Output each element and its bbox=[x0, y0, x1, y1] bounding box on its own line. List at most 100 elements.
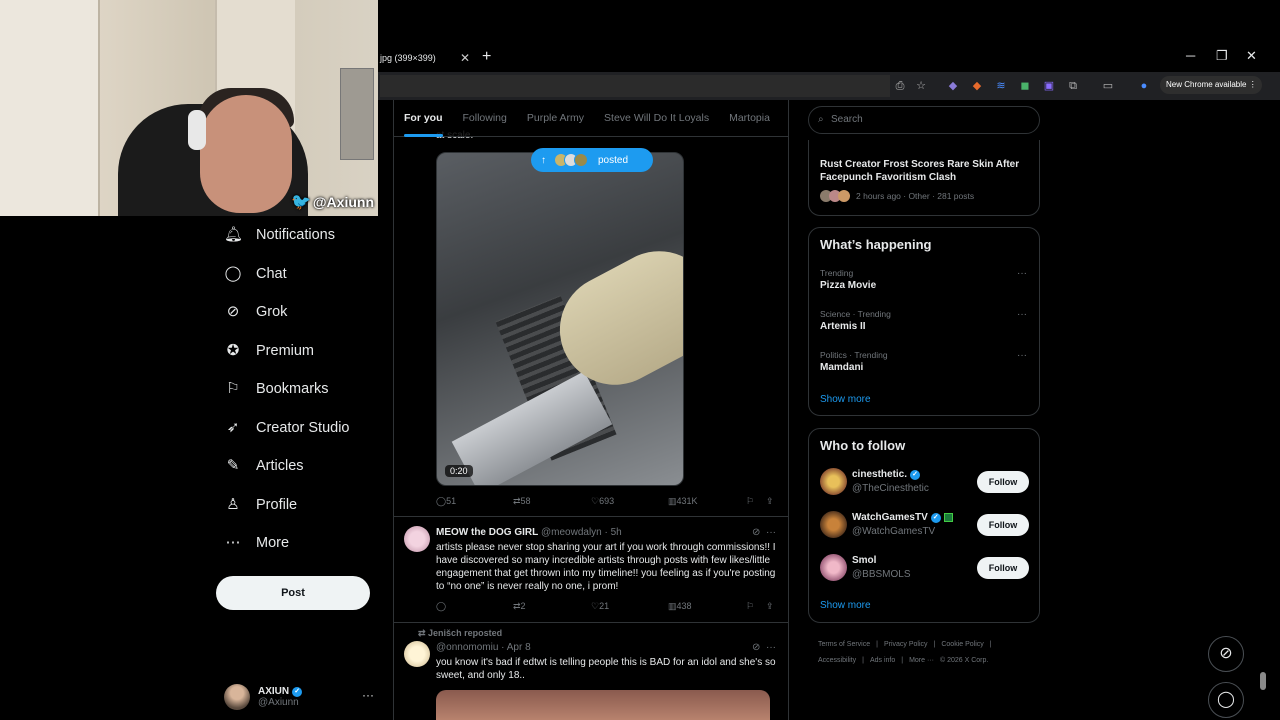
nav-more[interactable]: ⋯ More bbox=[216, 524, 392, 563]
trend-name[interactable]: Mamdani bbox=[820, 362, 863, 373]
like-button[interactable]: ♡ 21 bbox=[591, 601, 609, 612]
extension-icon[interactable]: ◆ bbox=[970, 79, 984, 93]
bookmark-star-icon[interactable]: ☆ bbox=[914, 79, 928, 93]
sidepanel-icon[interactable]: ▭ bbox=[1101, 79, 1115, 93]
profile-icon[interactable]: ● bbox=[1137, 79, 1151, 93]
grok-icon[interactable]: ⊘ bbox=[752, 527, 760, 538]
post-button[interactable]: Post bbox=[216, 576, 370, 610]
follow-button[interactable]: Follow bbox=[977, 514, 1029, 536]
tab-purple-army[interactable]: Purple Army bbox=[527, 100, 584, 137]
tweet-media[interactable] bbox=[436, 690, 770, 720]
account-name: cinesthetic. bbox=[852, 469, 908, 480]
footer-separator: | bbox=[876, 641, 878, 648]
rocket-icon: ➶ bbox=[226, 418, 240, 436]
share-icon[interactable]: ⇪ bbox=[766, 601, 774, 612]
tweet-video[interactable]: 0:20 bbox=[436, 152, 684, 486]
grok-icon[interactable]: ⊘ bbox=[752, 642, 760, 653]
account-menu-icon[interactable]: ··· bbox=[362, 688, 374, 702]
nav-profile[interactable]: ♙ Profile bbox=[216, 486, 392, 525]
account-display-name: AXIUN bbox=[258, 686, 290, 697]
new-tab-icon[interactable]: + bbox=[482, 48, 491, 66]
scrollbar[interactable] bbox=[1258, 100, 1268, 720]
close-window-icon[interactable]: ✕ bbox=[1246, 48, 1257, 64]
avatar[interactable] bbox=[404, 526, 430, 552]
nav-articles[interactable]: ✎ Articles bbox=[216, 447, 392, 486]
more-icon[interactable]: ··· bbox=[766, 642, 776, 653]
account-handle: @WatchGamesTV bbox=[852, 526, 936, 537]
like-button[interactable]: ♡ 693 bbox=[591, 496, 614, 507]
footer-link-more[interactable]: More ··· bbox=[909, 657, 934, 664]
reply-button[interactable]: ◯ 51 bbox=[436, 496, 456, 507]
bookmark-icon: ⚐ bbox=[226, 380, 240, 398]
footer-link-privacy[interactable]: Privacy Policy bbox=[884, 641, 928, 648]
footer-link-terms[interactable]: Terms of Service bbox=[818, 641, 870, 648]
nav-grok[interactable]: ⊘ Grok bbox=[216, 293, 392, 332]
account-name-row[interactable]: cinesthetic. ✓ bbox=[852, 469, 921, 480]
extension-icon[interactable]: ◼ bbox=[1018, 79, 1032, 93]
news-box: Rust Creator Frost Scores Rare Skin Afte… bbox=[808, 140, 1040, 216]
footer-link-cookie[interactable]: Cookie Policy bbox=[941, 641, 983, 648]
posted-label: posted bbox=[598, 154, 629, 166]
minimize-icon[interactable]: ─ bbox=[1186, 48, 1195, 63]
repost-button[interactable]: ⇄ 2 bbox=[513, 601, 526, 612]
new-posts-pill[interactable]: ↑ posted bbox=[531, 148, 653, 172]
extension-icon[interactable]: ▣ bbox=[1042, 79, 1056, 93]
tab-close-icon[interactable]: ✕ bbox=[460, 51, 470, 65]
tab-following[interactable]: Following bbox=[463, 100, 507, 137]
grok-floating-button[interactable]: ⊘ bbox=[1208, 636, 1244, 672]
footer-link-ads[interactable]: Ads info bbox=[870, 657, 895, 664]
left-navigation: 🔔︎ Notifications ◯ Chat ⊘ Grok ✪ Premium ⚐ Bo… bbox=[216, 216, 392, 563]
tab-for-you[interactable]: For you bbox=[404, 100, 443, 137]
avatar[interactable] bbox=[404, 641, 430, 667]
nav-label: Premium bbox=[256, 342, 315, 359]
trend-more-icon[interactable]: ··· bbox=[1017, 268, 1027, 279]
scrollbar-thumb[interactable] bbox=[1260, 672, 1266, 690]
more-icon[interactable]: ··· bbox=[766, 527, 776, 538]
address-bar[interactable] bbox=[380, 75, 890, 97]
reply-button[interactable]: ◯ bbox=[436, 601, 446, 612]
extension-icon[interactable]: ◆ bbox=[946, 79, 960, 93]
tab-martopia[interactable]: Martopia bbox=[729, 100, 770, 137]
puzzle-icon[interactable]: ⧉ bbox=[1066, 79, 1080, 93]
nav-notifications[interactable]: 🔔︎ Notifications bbox=[216, 216, 392, 255]
news-title[interactable]: Rust Creator Frost Scores Rare Skin Afte… bbox=[820, 158, 1032, 184]
chat-floating-button[interactable]: ◯ bbox=[1208, 682, 1244, 718]
follow-button[interactable]: Follow bbox=[977, 471, 1029, 493]
handle-text: @Axiunn bbox=[312, 194, 374, 210]
nav-premium[interactable]: ✪ Premium bbox=[216, 332, 392, 371]
trend-more-icon[interactable]: ··· bbox=[1017, 350, 1027, 361]
browser-tab[interactable]: jpg (399×399) ✕ bbox=[378, 47, 476, 69]
share-icon[interactable]: ⇪ bbox=[766, 496, 774, 507]
footer-link-accessibility[interactable]: Accessibility bbox=[818, 657, 856, 664]
follow-button[interactable]: Follow bbox=[977, 557, 1029, 579]
install-icon[interactable]: ⎙ bbox=[893, 79, 907, 93]
bookmark-icon[interactable]: ⚐ bbox=[746, 601, 754, 612]
nav-creator-studio[interactable]: ➶ Creator Studio bbox=[216, 409, 392, 448]
views-button[interactable]: ▥ 438 bbox=[668, 601, 692, 612]
avatar[interactable] bbox=[820, 511, 847, 538]
show-more-link[interactable]: Show more bbox=[820, 394, 871, 405]
bookmark-icon[interactable]: ⚐ bbox=[746, 496, 754, 507]
account-name-row[interactable]: Smol bbox=[852, 555, 889, 566]
extension-icon[interactable]: ≋ bbox=[994, 79, 1008, 93]
trend-more-icon[interactable]: ··· bbox=[1017, 309, 1027, 320]
repost-button[interactable]: ⇄ 58 bbox=[513, 496, 531, 507]
tweet-author[interactable]: MEOW the DOG GIRL bbox=[436, 527, 538, 538]
account-switcher[interactable]: AXIUN ✓ @Axiunn ··· bbox=[224, 682, 384, 712]
footer-separator: | bbox=[933, 641, 936, 648]
nav-chat[interactable]: ◯ Chat bbox=[216, 255, 392, 294]
avatar[interactable] bbox=[820, 554, 847, 581]
views-button[interactable]: ▥ 431K bbox=[668, 496, 698, 507]
avatar[interactable] bbox=[820, 468, 847, 495]
trend-name[interactable]: Pizza Movie bbox=[820, 280, 876, 291]
trend-name[interactable]: Artemis II bbox=[820, 321, 866, 332]
streamer-handle: 🐦 @Axiunn bbox=[291, 192, 374, 212]
restore-icon[interactable]: ❐ bbox=[1216, 48, 1228, 64]
premium-icon: ✪ bbox=[226, 341, 240, 359]
search-input[interactable]: ⌕ Search bbox=[808, 106, 1040, 134]
show-more-link[interactable]: Show more bbox=[820, 600, 871, 611]
nav-bookmarks[interactable]: ⚐ Bookmarks bbox=[216, 370, 392, 409]
chrome-update-button[interactable]: New Chrome available ⋮ bbox=[1160, 76, 1262, 94]
account-name-row[interactable]: WatchGamesTV ✓ bbox=[852, 512, 953, 523]
tab-steve-will-do-it-loyals[interactable]: Steve Will Do It Loyals bbox=[604, 100, 709, 137]
